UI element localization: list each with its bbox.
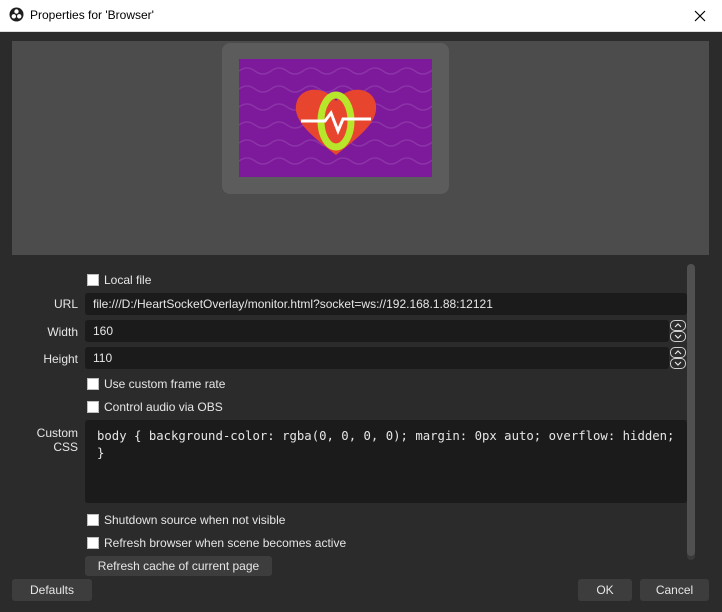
custom-frame-rate-checkbox-row[interactable]: Use custom frame rate — [87, 377, 225, 391]
local-file-checkbox-row[interactable]: Local file — [87, 273, 151, 287]
width-label: Width — [47, 325, 78, 339]
height-increment-button[interactable] — [670, 347, 686, 358]
height-decrement-button[interactable] — [670, 358, 686, 369]
custom-frame-rate-label: Use custom frame rate — [104, 377, 226, 391]
control-audio-label: Control audio via OBS — [104, 400, 223, 414]
local-file-label: Local file — [104, 273, 152, 287]
url-input[interactable]: file:///D:/HeartSocketOverlay/monitor.ht… — [85, 293, 687, 315]
properties-scrollbar[interactable] — [687, 264, 695, 560]
shutdown-source-checkbox[interactable] — [87, 514, 99, 526]
width-spinner — [670, 320, 686, 342]
preview-frame — [222, 43, 449, 194]
chevron-up-icon — [674, 350, 682, 355]
heart-monitor-icon — [239, 67, 432, 165]
height-input[interactable]: 110 — [85, 347, 669, 369]
chevron-up-icon — [674, 323, 682, 328]
local-file-checkbox[interactable] — [87, 274, 99, 286]
preview-canvas — [239, 59, 432, 177]
title-bar: Properties for 'Browser' — [0, 0, 722, 32]
control-audio-checkbox-row[interactable]: Control audio via OBS — [87, 400, 223, 414]
width-increment-button[interactable] — [670, 320, 686, 331]
height-label: Height — [43, 352, 78, 366]
close-icon — [694, 10, 706, 21]
source-preview — [12, 41, 709, 255]
width-input[interactable]: 160 — [85, 320, 669, 342]
custom-frame-rate-checkbox[interactable] — [87, 378, 99, 390]
window-title: Properties for 'Browser' — [30, 8, 154, 22]
obs-logo-icon — [9, 7, 24, 22]
ok-button[interactable]: OK — [578, 579, 632, 601]
shutdown-source-checkbox-row[interactable]: Shutdown source when not visible — [87, 513, 285, 527]
width-decrement-button[interactable] — [670, 331, 686, 342]
refresh-browser-label: Refresh browser when scene becomes activ… — [104, 536, 347, 550]
custom-css-textarea[interactable]: body { background-color: rgba(0, 0, 0, 0… — [85, 420, 687, 503]
control-audio-checkbox[interactable] — [87, 401, 99, 413]
close-button[interactable] — [678, 0, 722, 31]
scrollbar-thumb[interactable] — [687, 264, 695, 556]
refresh-cache-button[interactable]: Refresh cache of current page — [85, 556, 272, 576]
shutdown-source-label: Shutdown source when not visible — [104, 513, 286, 527]
chevron-down-icon — [674, 361, 682, 366]
cancel-button[interactable]: Cancel — [640, 579, 709, 601]
custom-css-label: Custom CSS — [36, 426, 78, 454]
defaults-button[interactable]: Defaults — [12, 579, 92, 601]
refresh-browser-checkbox-row[interactable]: Refresh browser when scene becomes activ… — [87, 536, 346, 550]
chevron-down-icon — [674, 334, 682, 339]
url-label: URL — [53, 297, 78, 311]
height-spinner — [670, 347, 686, 369]
refresh-browser-checkbox[interactable] — [87, 537, 99, 549]
